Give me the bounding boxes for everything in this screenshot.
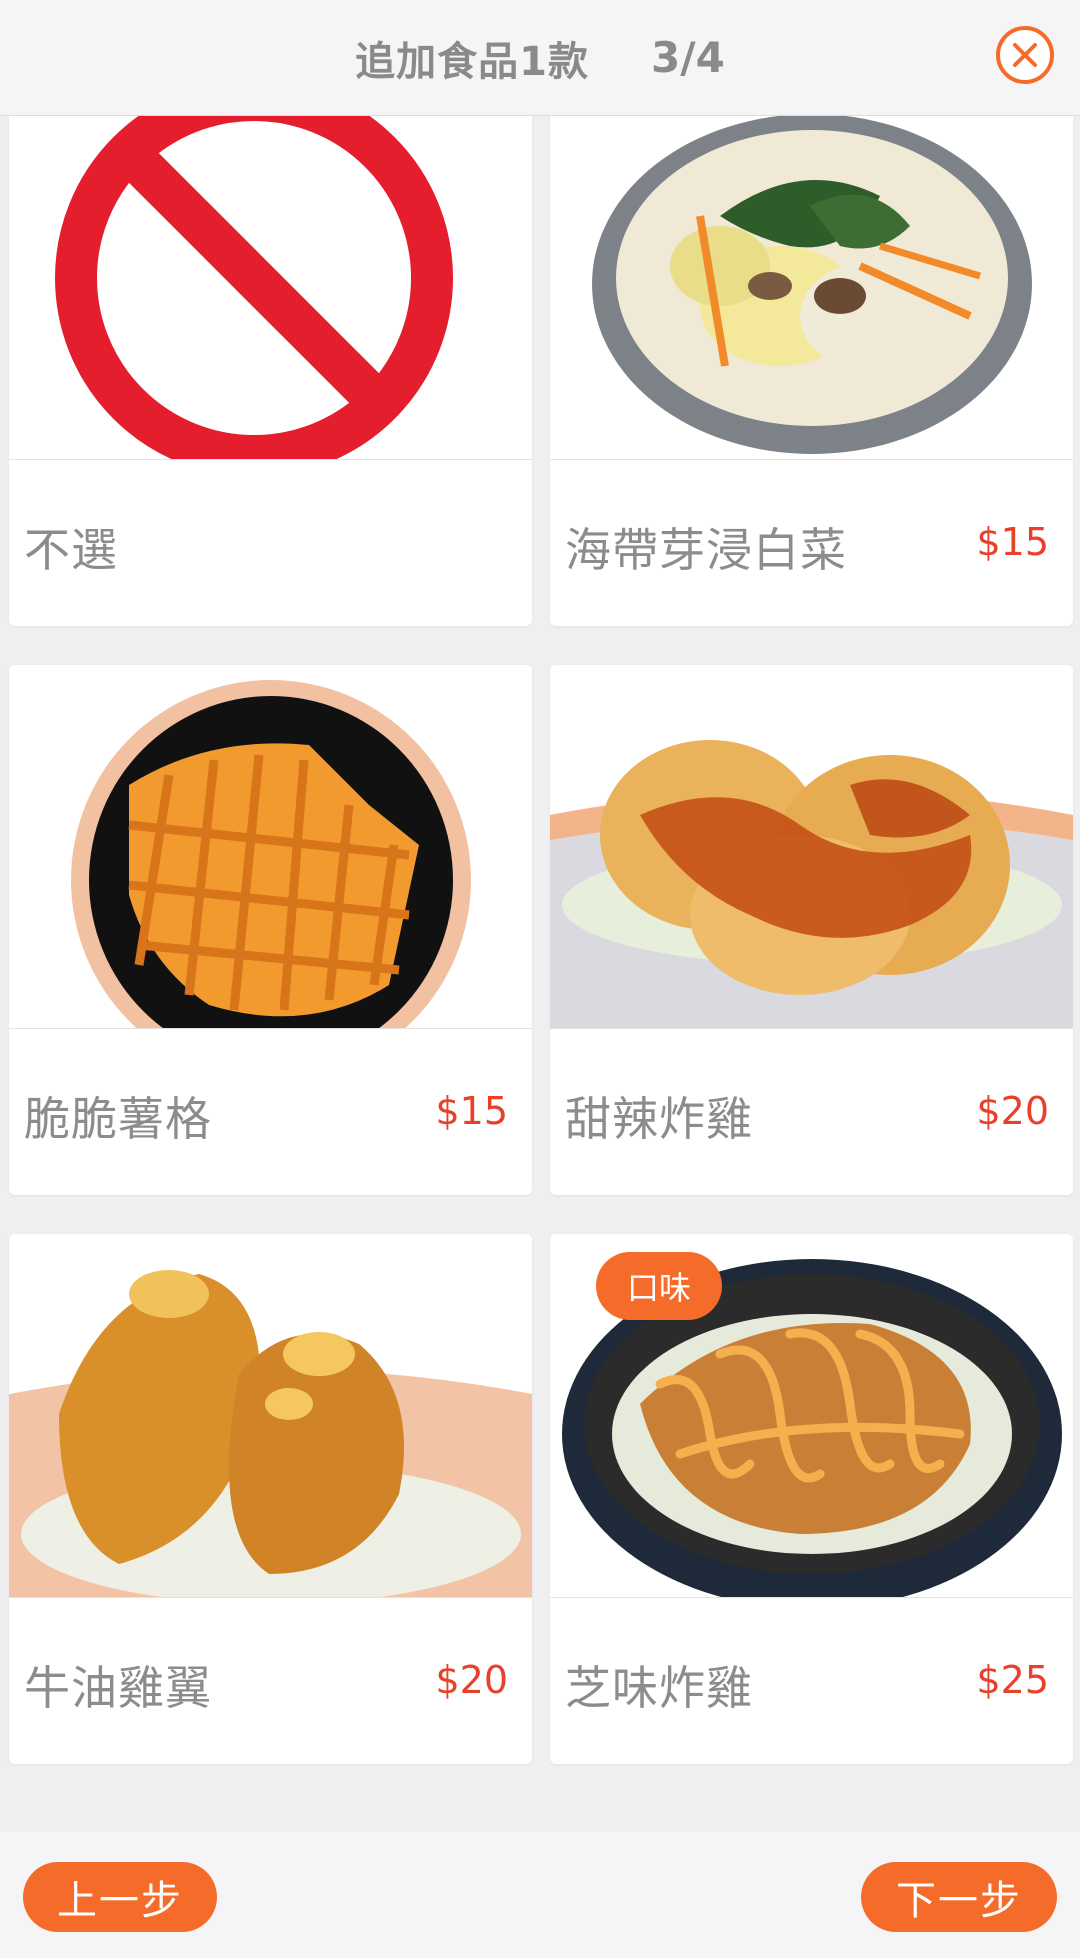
food-card-none[interactable]: 不選: [9, 116, 532, 626]
food-price: $20: [976, 1089, 1049, 1133]
food-item-grid: 不選 海帶芽浸白菜 $15 脆脆薯格 $15 甜辣炸雞 $20 牛油雞翼 $20…: [0, 116, 1080, 1832]
card-divider: [9, 1597, 532, 1598]
food-card-sweet-chili-chicken[interactable]: 甜辣炸雞 $20: [550, 665, 1073, 1195]
food-image: [9, 1234, 532, 1597]
food-name: 脆脆薯格: [24, 1092, 212, 1146]
food-name: 甜辣炸雞: [565, 1092, 753, 1146]
close-button[interactable]: [996, 26, 1054, 84]
close-icon: [1013, 43, 1037, 67]
card-divider: [9, 459, 532, 460]
food-name: 海帶芽浸白菜: [565, 523, 847, 577]
cabbage-soup-bowl-image: [592, 116, 1032, 454]
prohibited-icon: [55, 116, 453, 459]
food-price: $20: [435, 1658, 508, 1702]
footer-bar: 上一步 下一步: [0, 1832, 1080, 1958]
food-name: 牛油雞翼: [24, 1661, 212, 1715]
waffle-fries-bowl-image: [71, 680, 471, 1028]
card-divider: [550, 1028, 1073, 1029]
card-divider: [550, 1597, 1073, 1598]
step-indicator: 3/4: [651, 33, 725, 82]
food-card-cabbage-soup[interactable]: 海帶芽浸白菜 $15: [550, 116, 1073, 626]
food-image: [550, 116, 1073, 459]
food-price: $25: [976, 1658, 1049, 1702]
header-bar: 追加食品1款 3/4: [0, 0, 1080, 116]
food-image: [9, 116, 532, 459]
food-card-cheese-fried-chicken[interactable]: 口味 芝味炸雞 $25: [550, 1234, 1073, 1764]
sweet-chili-chicken-bowl-image: [550, 740, 1073, 1028]
page-title: 追加食品1款: [355, 38, 590, 85]
food-card-butter-chicken-wings[interactable]: 牛油雞翼 $20: [9, 1234, 532, 1764]
food-price: $15: [976, 520, 1049, 564]
card-divider: [9, 1028, 532, 1029]
flavor-badge[interactable]: 口味: [596, 1252, 722, 1320]
next-step-button[interactable]: 下一步: [861, 1862, 1057, 1932]
food-price: $15: [435, 1089, 508, 1133]
card-divider: [550, 459, 1073, 460]
food-image: [9, 665, 532, 1028]
food-image: [550, 665, 1073, 1028]
food-name: 芝味炸雞: [565, 1661, 753, 1715]
previous-step-button[interactable]: 上一步: [23, 1862, 217, 1932]
food-card-waffle-fries[interactable]: 脆脆薯格 $15: [9, 665, 532, 1195]
food-name: 不選: [24, 523, 118, 577]
butter-chicken-wings-bowl-image: [9, 1270, 532, 1597]
